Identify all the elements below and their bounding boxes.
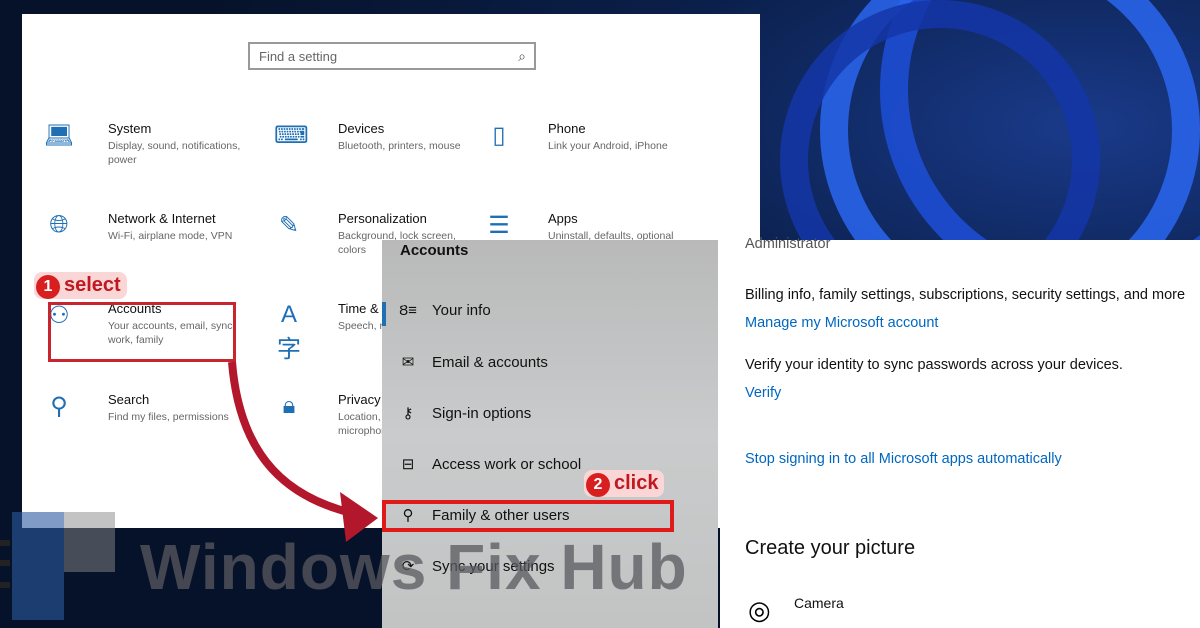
watermark-logo bbox=[0, 512, 115, 620]
manage-account-link[interactable]: Manage my Microsoft account bbox=[745, 315, 938, 331]
billing-text: Billing info, family settings, subscript… bbox=[745, 287, 1186, 303]
watermark-text: Windows Fix Hub bbox=[140, 531, 688, 603]
account-role: Administrator bbox=[745, 236, 831, 252]
camera-option[interactable]: Camera bbox=[794, 595, 844, 611]
family-users-highlight bbox=[382, 500, 674, 532]
account-details-pane: Administrator Billing info, family setti… bbox=[720, 236, 1200, 628]
step2-label: click bbox=[614, 472, 659, 494]
step2-number: 2 bbox=[586, 473, 610, 497]
verify-link[interactable]: Verify bbox=[745, 385, 781, 401]
camera-icon: ◎ bbox=[748, 595, 771, 625]
step2-badge: 2 click bbox=[584, 470, 665, 497]
picture-heading: Create your picture bbox=[745, 537, 916, 559]
verify-text: Verify your identity to sync passwords a… bbox=[745, 357, 1123, 373]
stop-signing-link[interactable]: Stop signing in to all Microsoft apps au… bbox=[745, 451, 1062, 467]
